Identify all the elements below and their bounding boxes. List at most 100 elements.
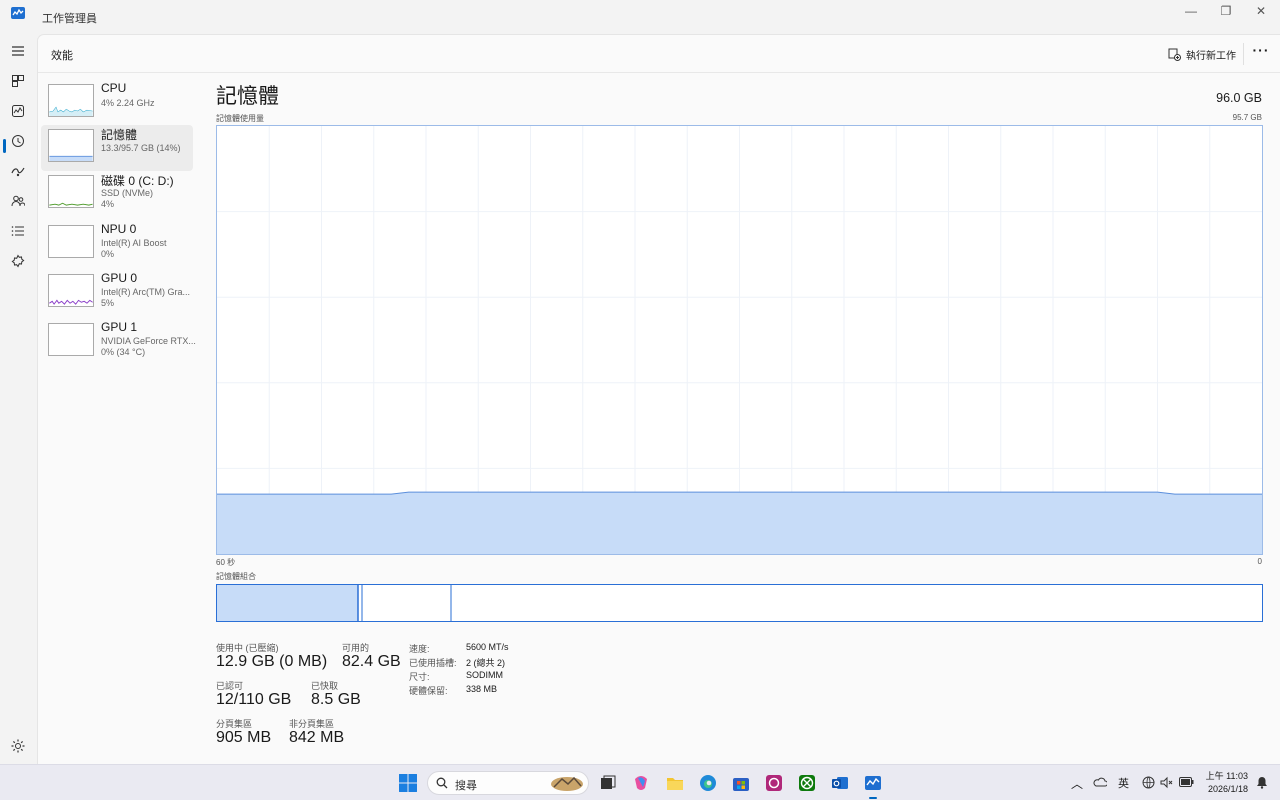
details-icon[interactable] [8,221,28,241]
npu-thumbnail [48,225,94,258]
more-options-button[interactable]: ··· [1251,43,1271,62]
memory-usage-graph [216,125,1263,555]
volume-muted-icon[interactable] [1160,776,1173,789]
list-item-percent: 5% [101,298,115,308]
settings-icon[interactable] [10,738,26,754]
clock-date: 2026/1/18 [1207,784,1248,794]
list-item-name: NPU 0 [101,222,137,236]
battery-icon[interactable] [1179,777,1194,787]
taskbar-search[interactable]: 搜尋 [427,771,589,795]
file-explorer-icon[interactable] [665,773,685,793]
list-item-percent: 0% (34 °C) [101,347,146,357]
xbox-icon[interactable] [797,773,817,793]
list-item-detail: Intel(R) AI Boost [101,238,167,248]
list-item-detail: NVIDIA GeForce RTX... [101,336,196,346]
list-item-gpu-0[interactable]: GPU 0 Intel(R) Arc(TM) Gra... 5% [41,270,193,316]
cached-value: 8.5 GB [311,691,361,708]
nonpaged-pool-value: 842 MB [289,729,345,746]
gpu-1-thumbnail [48,323,94,356]
tray-overflow-icon[interactable]: ︿ [1071,775,1083,792]
memory-total: 96.0 GB [1216,91,1262,105]
active-app-indicator [869,797,877,799]
notification-bell-icon[interactable] [1256,776,1268,789]
list-item-cpu[interactable]: CPU 4% 2.24 GHz [41,80,193,126]
search-highlight-icon [551,776,583,791]
list-item-name: CPU [101,81,127,95]
edge-icon[interactable] [698,773,718,793]
window-title: 工作管理員 [42,13,97,25]
hardware-reserved-value: 338 MB [466,684,498,694]
memory-composition-bar [216,584,1263,622]
list-item-name: GPU 0 [101,271,138,285]
gpu-0-thumbnail [48,274,94,307]
run-new-task-button[interactable]: 執行新工作 [1168,45,1236,63]
minimize-button[interactable]: — [1176,4,1206,18]
clock-time: 上午 11:03 [1205,771,1248,781]
search-placeholder: 搜尋 [455,780,477,792]
graph-time-left: 60 秒 [216,558,236,567]
network-icon[interactable] [1142,776,1155,789]
slots-label: 已使用插槽: [409,658,457,668]
outlook-icon[interactable] [830,773,850,793]
onedrive-icon[interactable] [1093,776,1107,788]
list-item-detail: 13.3/95.7 GB (14%) [101,143,181,153]
list-item-name: 磁碟 0 (C: D:) [101,174,174,188]
list-item-gpu-1[interactable]: GPU 1 NVIDIA GeForce RTX... 0% (34 °C) [41,319,196,365]
main-content: 效能 執行新工作 ··· CPU 4% 2.24 GHz 記憶體 13.3/95… [37,34,1280,764]
menu-icon[interactable] [8,41,28,61]
title-bar: 工作管理員 — ❐ ✕ [0,0,1280,34]
hardware-reserved-label: 硬體保留: [409,686,448,696]
taskbar-clock[interactable]: 上午 11:03 2026/1/18 [1198,770,1248,796]
taskbar: 搜尋 ︿ 英 上午 11:03 2026/1/18 [0,764,1280,800]
composition-label: 記憶體組合 [216,572,256,581]
app-icon-purple[interactable] [764,773,784,793]
page-title: 效能 [51,50,73,62]
memory-thumbnail [48,129,94,162]
list-item-detail: 4% 2.24 GHz [101,98,155,108]
ime-indicator[interactable]: 英 [1118,775,1129,791]
list-item-percent: 4% [101,199,115,209]
composition-in-use [217,585,358,621]
committed-value: 12/110 GB [216,691,292,708]
performance-icon[interactable] [8,101,28,121]
form-factor-value: SODIMM [466,670,503,680]
list-item-disk[interactable]: 磁碟 0 (C: D:) SSD (NVMe) 4% [41,171,193,217]
list-item-npu[interactable]: NPU 0 Intel(R) AI Boost 0% [41,221,193,267]
cpu-thumbnail [48,84,94,117]
header-separator [38,72,1280,73]
nav-active-indicator [3,139,6,153]
run-new-task-label: 執行新工作 [1186,50,1236,62]
slots-value: 2 (總共 2) [466,658,506,668]
task-manager-icon [11,7,25,19]
start-icon[interactable] [398,773,418,793]
copilot-icon[interactable] [631,773,651,793]
task-view-icon[interactable] [598,773,618,793]
disk-thumbnail [48,175,94,208]
restore-button[interactable]: ❐ [1211,4,1241,18]
list-item-name: 記憶體 [101,128,138,142]
available-value: 82.4 GB [342,653,401,670]
users-icon[interactable] [8,191,28,211]
new-task-icon [1168,48,1181,61]
in-use-value: 12.9 GB (0 MB) [216,653,328,670]
task-manager-taskbar-icon[interactable] [863,773,883,793]
list-item-memory[interactable]: 記憶體 13.3/95.7 GB (14%) [41,125,193,171]
speed-label: 速度: [409,644,430,654]
close-button[interactable]: ✕ [1246,4,1276,18]
list-item-percent: 0% [101,249,115,259]
form-factor-label: 尺寸: [409,672,430,682]
memory-usage-area [217,492,1262,554]
app-history-icon[interactable] [8,131,28,151]
graph-max-label: 95.7 GB [1232,113,1262,122]
paged-pool-value: 905 MB [216,729,272,746]
processes-icon[interactable] [8,71,28,91]
list-item-detail: SSD (NVMe) [101,188,154,198]
services-icon[interactable] [8,251,28,271]
header-divider [1243,43,1244,65]
store-icon[interactable] [731,773,751,793]
list-item-name: GPU 1 [101,320,138,334]
search-icon [436,777,448,789]
graph-time-right: 0 [1257,557,1262,566]
startup-icon[interactable] [8,161,28,181]
usage-graph-label: 記憶體使用量 [216,114,264,123]
